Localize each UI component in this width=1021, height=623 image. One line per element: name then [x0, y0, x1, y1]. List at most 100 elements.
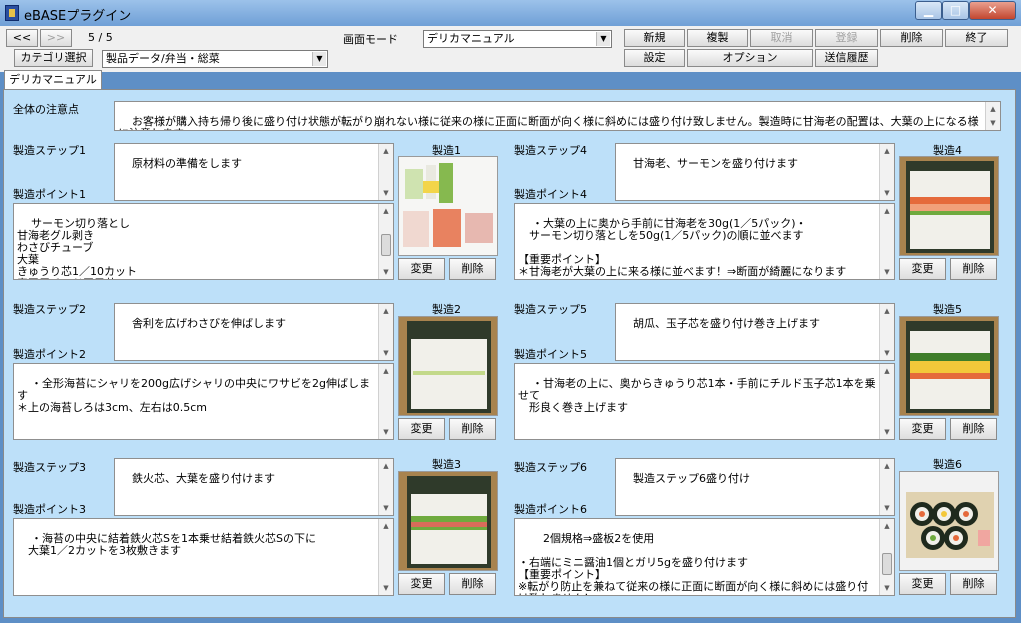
delete-photo-button[interactable]: 削除 [449, 418, 496, 440]
photo-label: 製造3 [432, 458, 461, 471]
maximize-button[interactable]: □ [942, 1, 969, 20]
options-button[interactable]: オプション [687, 49, 813, 67]
step-label: 製造ステップ3 [13, 461, 86, 474]
scroll-up-icon[interactable]: ▲ [986, 102, 1000, 116]
category-select-value: 製品データ/弁当・総菜 [106, 52, 220, 65]
point-scrollbar[interactable]: ▲ ▼ [879, 519, 894, 595]
scroll-down-icon[interactable]: ▼ [880, 581, 894, 595]
scroll-up-icon[interactable]: ▲ [379, 364, 393, 378]
point-field[interactable]: 2個規格⇒盛板2を使用 ・右端にミニ醤油1個とガリ5gを盛り付けます 【重要ポイ… [514, 518, 895, 596]
scroll-up-icon[interactable]: ▲ [880, 144, 894, 158]
settings-button[interactable]: 設定 [624, 49, 685, 67]
chevron-down-icon: ▼ [596, 32, 610, 46]
send-history-button[interactable]: 送信履歴 [815, 49, 878, 67]
cancel-button[interactable]: 取消 [750, 29, 813, 47]
change-photo-button[interactable]: 変更 [398, 418, 445, 440]
point-scrollbar[interactable]: ▲ ▼ [879, 204, 894, 279]
step-scrollbar[interactable]: ▲ ▼ [378, 459, 393, 515]
category-select-button[interactable]: カテゴリ選択 [14, 49, 93, 67]
scroll-up-icon[interactable]: ▲ [880, 519, 894, 533]
notes-scrollbar[interactable]: ▲ ▼ [985, 102, 1000, 130]
mode-select[interactable]: デリカマニュアル ▼ [423, 30, 612, 48]
step-field[interactable]: 製造ステップ6盛り付け ▲ ▼ [615, 458, 895, 516]
scroll-thumb[interactable] [882, 553, 892, 575]
close-window-button[interactable]: ✕ [969, 1, 1016, 20]
step-photo [398, 316, 498, 416]
point-scrollbar[interactable]: ▲ ▼ [879, 364, 894, 439]
scroll-down-icon[interactable]: ▼ [379, 425, 393, 439]
point-text: ・甘海老の上に、奥からきゅうり芯1本・手前にチルド玉子芯1本を乗せて 形良く巻き… [518, 377, 876, 414]
point-scrollbar[interactable]: ▲ ▼ [378, 204, 393, 279]
scroll-up-icon[interactable]: ▲ [379, 144, 393, 158]
delete-photo-button[interactable]: 削除 [449, 258, 496, 280]
point-text: 2個規格⇒盛板2を使用 ・右端にミニ醤油1個とガリ5gを盛り付けます 【重要ポイ… [518, 532, 869, 596]
prev-record-button[interactable]: << [6, 29, 38, 47]
point-field[interactable]: ・甘海老の上に、奥からきゅうり芯1本・手前にチルド玉子芯1本を乗せて 形良く巻き… [514, 363, 895, 440]
scroll-down-icon[interactable]: ▼ [880, 425, 894, 439]
scroll-thumb[interactable] [381, 234, 391, 256]
new-button[interactable]: 新規 [624, 29, 685, 47]
step-scrollbar[interactable]: ▲ ▼ [879, 144, 894, 200]
change-photo-button[interactable]: 変更 [398, 573, 445, 595]
point-field[interactable]: ・大葉の上に奥から手前に甘海老を30g(1／5パック)・ サーモン切り落としを5… [514, 203, 895, 280]
scroll-up-icon[interactable]: ▲ [379, 304, 393, 318]
register-button[interactable]: 登録 [815, 29, 878, 47]
change-photo-button[interactable]: 変更 [899, 258, 946, 280]
scroll-up-icon[interactable]: ▲ [379, 459, 393, 473]
point-field[interactable]: ・全形海苔にシャリを200g広げシャリの中央にワサビを2g伸ばします ＊上の海苔… [13, 363, 394, 440]
step-photo [899, 471, 999, 571]
page-counter: 5 / 5 [88, 31, 113, 44]
step-scrollbar[interactable]: ▲ ▼ [378, 304, 393, 360]
step-text: 鉄火芯、大葉を盛り付けます [132, 472, 275, 485]
step-photo [899, 156, 999, 256]
scroll-down-icon[interactable]: ▼ [986, 116, 1000, 130]
delete-record-button[interactable]: 削除 [880, 29, 943, 47]
point-scrollbar[interactable]: ▲ ▼ [378, 519, 393, 595]
step-scrollbar[interactable]: ▲ ▼ [879, 304, 894, 360]
app-icon [5, 5, 19, 21]
point-field[interactable]: サーモン切り落とし 甘海老グル剥き わさびチューブ 大葉 きゅうり芯1／10カッ… [13, 203, 394, 280]
point-label: 製造ポイント6 [514, 503, 587, 516]
scroll-down-icon[interactable]: ▼ [379, 186, 393, 200]
delete-photo-button[interactable]: 削除 [950, 573, 997, 595]
change-photo-button[interactable]: 変更 [398, 258, 445, 280]
scroll-down-icon[interactable]: ▼ [880, 346, 894, 360]
delete-photo-button[interactable]: 削除 [449, 573, 496, 595]
copy-button[interactable]: 複製 [687, 29, 748, 47]
scroll-up-icon[interactable]: ▲ [880, 364, 894, 378]
end-button[interactable]: 終了 [945, 29, 1008, 47]
manual-panel: 全体の注意点 お客様が購入持ち帰り後に盛り付け状態が転がり崩れない様に従来の様に… [3, 89, 1016, 618]
scroll-down-icon[interactable]: ▼ [880, 265, 894, 279]
step-field[interactable]: 原材料の準備をします ▲ ▼ [114, 143, 394, 201]
change-photo-button[interactable]: 変更 [899, 573, 946, 595]
minimize-button[interactable]: ▁ [915, 1, 942, 20]
tab-delica-manual[interactable]: デリカマニュアル [4, 70, 102, 90]
step-scrollbar[interactable]: ▲ ▼ [378, 144, 393, 200]
scroll-down-icon[interactable]: ▼ [880, 501, 894, 515]
delete-photo-button[interactable]: 削除 [950, 418, 997, 440]
scroll-up-icon[interactable]: ▲ [379, 519, 393, 533]
scroll-up-icon[interactable]: ▲ [880, 304, 894, 318]
step-field[interactable]: 鉄火芯、大葉を盛り付けます ▲ ▼ [114, 458, 394, 516]
category-select[interactable]: 製品データ/弁当・総菜 ▼ [102, 50, 328, 68]
scroll-up-icon[interactable]: ▲ [880, 459, 894, 473]
step-scrollbar[interactable]: ▲ ▼ [879, 459, 894, 515]
scroll-down-icon[interactable]: ▼ [880, 186, 894, 200]
photo-label: 製造2 [432, 303, 461, 316]
step-field[interactable]: 胡瓜、玉子芯を盛り付け巻き上げます ▲ ▼ [615, 303, 895, 361]
point-field[interactable]: ・海苔の中央に結着鉄火芯Sを1本乗せ結着鉄火芯Sの下に 大葉1／2カットを3枚敷… [13, 518, 394, 596]
scroll-down-icon[interactable]: ▼ [379, 501, 393, 515]
point-scrollbar[interactable]: ▲ ▼ [378, 364, 393, 439]
scroll-down-icon[interactable]: ▼ [379, 265, 393, 279]
notes-field[interactable]: お客様が購入持ち帰り後に盛り付け状態が転がり崩れない様に従来の様に正面に断面が向… [114, 101, 1001, 131]
scroll-down-icon[interactable]: ▼ [379, 581, 393, 595]
next-record-button[interactable]: >> [40, 29, 72, 47]
step-text: 甘海老、サーモンを盛り付けます [633, 157, 798, 170]
scroll-up-icon[interactable]: ▲ [880, 204, 894, 218]
scroll-down-icon[interactable]: ▼ [379, 346, 393, 360]
step-field[interactable]: 甘海老、サーモンを盛り付けます ▲ ▼ [615, 143, 895, 201]
step-field[interactable]: 舎利を広げわさびを伸ばします ▲ ▼ [114, 303, 394, 361]
delete-photo-button[interactable]: 削除 [950, 258, 997, 280]
scroll-up-icon[interactable]: ▲ [379, 204, 393, 218]
change-photo-button[interactable]: 変更 [899, 418, 946, 440]
